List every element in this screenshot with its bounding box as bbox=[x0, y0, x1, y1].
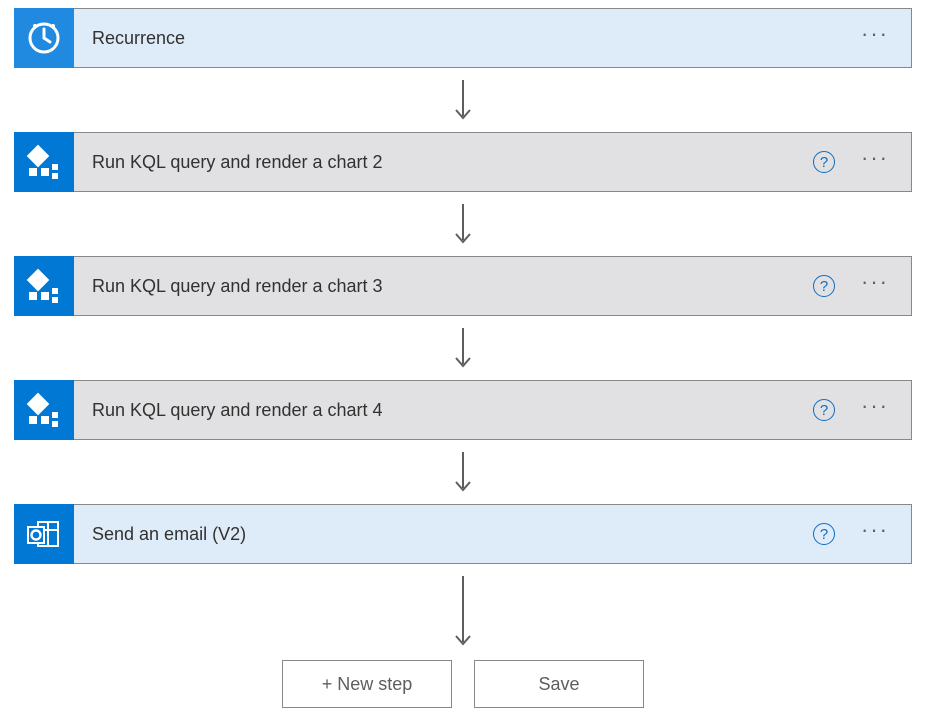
help-icon[interactable]: ? bbox=[813, 275, 835, 297]
workflow-step[interactable]: Recurrence··· bbox=[14, 8, 912, 68]
save-button[interactable]: Save bbox=[474, 660, 644, 708]
help-icon[interactable]: ? bbox=[813, 151, 835, 173]
workflow-step[interactable]: Run KQL query and render a chart 4? ··· bbox=[14, 380, 912, 440]
more-icon[interactable]: ··· bbox=[861, 403, 889, 418]
kql-icon bbox=[14, 380, 74, 440]
arrow-down-icon[interactable] bbox=[451, 564, 475, 658]
outlook-icon bbox=[14, 504, 74, 564]
help-icon[interactable]: ? bbox=[813, 523, 835, 545]
workflow-step[interactable]: Run KQL query and render a chart 3? ··· bbox=[14, 256, 912, 316]
more-icon[interactable]: ··· bbox=[861, 31, 889, 46]
step-title: Send an email (V2) bbox=[74, 524, 813, 545]
arrow-down-icon bbox=[451, 440, 475, 504]
more-icon[interactable]: ··· bbox=[861, 155, 889, 170]
step-title: Recurrence bbox=[74, 28, 861, 49]
step-title: Run KQL query and render a chart 3 bbox=[74, 276, 813, 297]
arrow-down-icon bbox=[451, 316, 475, 380]
arrow-down-icon bbox=[451, 192, 475, 256]
new-step-button[interactable]: + New step bbox=[282, 660, 452, 708]
step-title: Run KQL query and render a chart 2 bbox=[74, 152, 813, 173]
kql-icon bbox=[14, 256, 74, 316]
more-icon[interactable]: ··· bbox=[861, 527, 889, 542]
step-title: Run KQL query and render a chart 4 bbox=[74, 400, 813, 421]
arrow-down-icon bbox=[451, 68, 475, 132]
kql-icon bbox=[14, 132, 74, 192]
workflow-step[interactable]: Send an email (V2)? ··· bbox=[14, 504, 912, 564]
help-icon[interactable]: ? bbox=[813, 399, 835, 421]
clock-icon bbox=[14, 8, 74, 68]
workflow-step[interactable]: Run KQL query and render a chart 2? ··· bbox=[14, 132, 912, 192]
more-icon[interactable]: ··· bbox=[861, 279, 889, 294]
